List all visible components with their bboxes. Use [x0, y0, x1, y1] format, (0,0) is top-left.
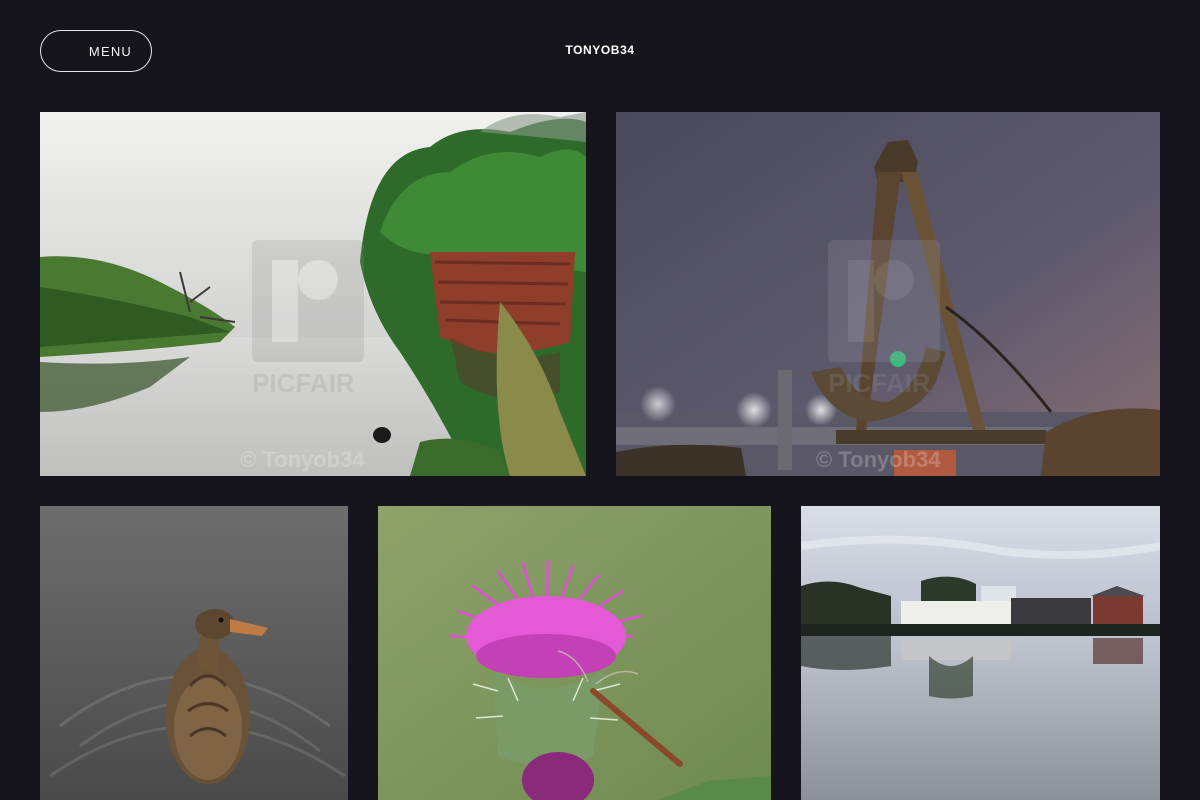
photo-image: PICFAIR © Tonyob34	[40, 112, 586, 476]
site-title[interactable]: TONYOB34	[0, 43, 1200, 57]
gallery-photo-thistle[interactable]	[378, 506, 771, 800]
svg-text:PICFAIR: PICFAIR	[252, 368, 355, 398]
gallery-photo-waterfront[interactable]	[801, 506, 1160, 800]
svg-text:PICFAIR: PICFAIR	[828, 368, 931, 398]
gallery-photo-harbour-anchor[interactable]: PICFAIR © Tonyob34	[616, 112, 1160, 476]
gallery-photo-river-shipwreck[interactable]: PICFAIR © Tonyob34	[40, 112, 586, 476]
gallery-photo-duck[interactable]	[40, 506, 348, 800]
photo-image: PICFAIR © Tonyob34	[616, 112, 1160, 476]
svg-text:© Tonyob34: © Tonyob34	[816, 447, 941, 472]
site-header: MENU TONYOB34	[0, 0, 1200, 100]
photo-image	[378, 506, 771, 800]
photo-image	[40, 506, 348, 800]
photo-image	[801, 506, 1160, 800]
svg-text:© Tonyob34: © Tonyob34	[240, 447, 365, 472]
